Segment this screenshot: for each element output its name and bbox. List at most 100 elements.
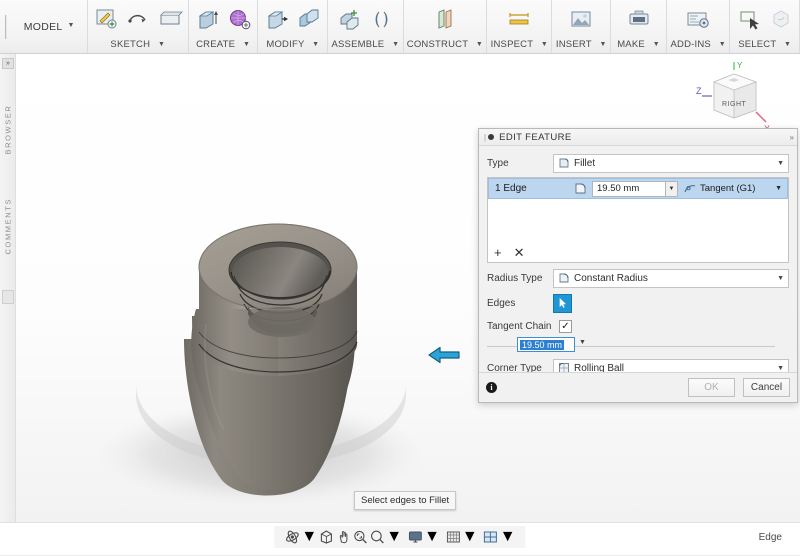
main-toolbar: MODEL ▼ SKETCH ▼ CREATE ▼ MODIFY ▼ ASSEM… xyxy=(0,0,800,54)
workspace-selector[interactable]: MODEL ▼ xyxy=(12,0,88,53)
select-cursor-icon[interactable] xyxy=(734,4,764,34)
toolbar-group-addins[interactable]: ADD-INS ▼ xyxy=(667,0,731,53)
insert-image-icon[interactable] xyxy=(566,4,596,34)
press-pull-icon[interactable] xyxy=(262,4,292,34)
rail-expand-button[interactable]: » xyxy=(2,58,14,69)
sidebar-item-comments[interactable]: COMMENTS xyxy=(4,198,13,255)
toolbar-group-select[interactable]: SELECT ▼ xyxy=(730,0,800,53)
line-icon[interactable] xyxy=(123,4,153,34)
sidebar-item-browser[interactable]: BROWSER xyxy=(4,105,13,155)
chevron-down-icon: ▼ xyxy=(67,22,75,29)
zoom-icon[interactable] xyxy=(369,529,385,545)
toolbar-group-make[interactable]: MAKE ▼ xyxy=(611,0,668,53)
chevron-down-icon[interactable]: ▼ xyxy=(424,528,440,546)
toolbar-group-label: SKETCH xyxy=(110,39,151,50)
ok-button[interactable]: OK xyxy=(688,378,735,397)
pan-icon[interactable] xyxy=(335,529,351,545)
chevron-down-icon[interactable]: ▼ xyxy=(462,528,478,546)
zoom-window-icon[interactable] xyxy=(352,529,368,545)
edit-feature-dialog[interactable]: | EDIT FEATURE » Type Fillet ▼ 1 Edge 19… xyxy=(478,128,798,403)
toolbar-group-sketch[interactable]: SKETCH ▼ xyxy=(88,0,189,53)
toolbar-group-label: MODIFY xyxy=(266,39,305,50)
edge-continuity-dropdown[interactable]: Tangent (G1) ▼ xyxy=(684,183,784,195)
toolbar-group-label: INSERT xyxy=(555,39,592,50)
radius-type-dropdown[interactable]: Constant Radius ▼ xyxy=(553,268,789,288)
toolbar-group-label: INSPECT xyxy=(490,39,534,50)
dialog-footer: i OK Cancel xyxy=(479,372,797,402)
toolbar-group-create[interactable]: CREATE ▼ xyxy=(189,0,259,53)
chevron-down-icon: ▼ xyxy=(784,41,792,48)
offset-plane-icon[interactable] xyxy=(430,4,460,34)
select-box-icon[interactable] xyxy=(766,4,796,34)
remove-selection-button[interactable]: ✕ xyxy=(514,246,525,259)
cancel-button[interactable]: Cancel xyxy=(743,378,790,397)
viewcube-face-label: RIGHT xyxy=(722,101,747,108)
viewports-icon[interactable] xyxy=(483,529,499,545)
chevron-down-icon: ▼ xyxy=(718,41,726,48)
chevron-down-icon: ▼ xyxy=(243,41,251,48)
toolbar-group-label: CONSTRUCT xyxy=(406,39,469,50)
dialog-title-bar[interactable]: | EDIT FEATURE » xyxy=(479,129,797,146)
toolbar-group-inspect[interactable]: INSPECT ▼ xyxy=(487,0,553,53)
edge-continuity-value: Tangent (G1) xyxy=(700,183,756,194)
toolbar-group-construct[interactable]: CONSTRUCT ▼ xyxy=(404,0,488,53)
display-settings-icon[interactable] xyxy=(407,529,423,545)
chevron-down-icon: ▼ xyxy=(157,41,166,48)
chevron-down-icon: ▼ xyxy=(475,41,484,48)
axis-y-label: Y xyxy=(737,61,743,70)
edge-list-tools: + ✕ xyxy=(488,242,788,262)
joint-icon[interactable] xyxy=(366,4,396,34)
tangent-chain-label: Tangent Chain xyxy=(487,321,552,332)
type-row: Type Fillet ▼ xyxy=(487,152,789,174)
toolbar-grip[interactable] xyxy=(0,0,12,53)
new-component-icon[interactable] xyxy=(334,4,364,34)
info-icon[interactable]: i xyxy=(486,382,497,393)
edge-radius-input[interactable]: 19.50 mm xyxy=(592,180,666,197)
chevron-down-icon[interactable]: ▼ xyxy=(500,528,516,546)
toolbar-group-label: ADD-INS xyxy=(670,39,711,50)
toolbar-group-insert[interactable]: INSERT ▼ xyxy=(552,0,612,53)
chevron-down-icon: ▼ xyxy=(599,41,607,48)
grid-snap-icon[interactable] xyxy=(445,529,461,545)
edges-select-button[interactable] xyxy=(553,293,572,313)
toolbar-group-label: MAKE xyxy=(617,39,645,50)
type-label: Type xyxy=(487,157,509,169)
view-cube[interactable]: Y Z X RIGHT xyxy=(694,60,774,136)
toolbar-group-modify[interactable]: MODIFY ▼ xyxy=(258,0,329,53)
toolbar-group-label: CREATE xyxy=(196,39,236,50)
edge-list-row[interactable]: 1 Edge 19.50 mm ▼ Tangent (G1) ▼ xyxy=(488,178,788,199)
chevron-down-icon[interactable]: ▼ xyxy=(301,528,317,546)
manipulator-editor[interactable]: 19.50 mm ▼ xyxy=(487,337,789,355)
orbit-icon[interactable] xyxy=(284,529,300,545)
edge-count-label: 1 Edge xyxy=(495,183,527,194)
dialog-expand-icon[interactable]: » xyxy=(790,133,795,142)
sculpt-icon[interactable] xyxy=(224,4,254,34)
combine-icon[interactable] xyxy=(294,4,324,34)
viewport-tooltip: Select edges to Fillet xyxy=(354,491,457,510)
extrude-icon[interactable] xyxy=(192,4,222,34)
manipulator-dropdown-icon[interactable]: ▼ xyxy=(579,339,586,346)
chevron-down-icon[interactable]: ▼ xyxy=(386,528,402,546)
rectangle-icon[interactable] xyxy=(155,4,185,34)
tangent-chain-checkbox[interactable]: ✓ xyxy=(559,320,572,333)
add-selection-button[interactable]: + xyxy=(494,246,502,259)
selection-filter-status[interactable]: Edge xyxy=(759,532,782,543)
rail-bottom-handle[interactable] xyxy=(2,290,14,304)
scripts-addins-icon[interactable] xyxy=(683,4,713,34)
edge-radius-dropdown-icon[interactable]: ▼ xyxy=(666,180,678,197)
status-bar: ▼ ▼ ▼ ▼ ▼ Edge xyxy=(0,522,800,556)
edge-pointer-arrow xyxy=(428,346,460,364)
toolbar-group-assemble[interactable]: ASSEMBLE ▼ xyxy=(328,0,404,53)
manipulator-value: 19.50 mm xyxy=(520,339,565,350)
create-sketch-icon[interactable] xyxy=(91,4,121,34)
chevron-down-icon: ▼ xyxy=(540,41,549,48)
toolbar-group-label: ASSEMBLE xyxy=(331,39,385,50)
measure-icon[interactable] xyxy=(504,4,534,34)
3d-print-icon[interactable] xyxy=(624,4,654,34)
axis-z-label: Z xyxy=(696,86,702,96)
navigation-toolbar: ▼ ▼ ▼ ▼ ▼ xyxy=(274,526,526,548)
type-dropdown[interactable]: Fillet ▼ xyxy=(553,153,789,173)
manipulator-input[interactable]: 19.50 mm xyxy=(517,337,575,352)
look-at-icon[interactable] xyxy=(318,529,334,545)
edge-selection-list[interactable]: 1 Edge 19.50 mm ▼ Tangent (G1) ▼ + ✕ xyxy=(487,177,789,263)
